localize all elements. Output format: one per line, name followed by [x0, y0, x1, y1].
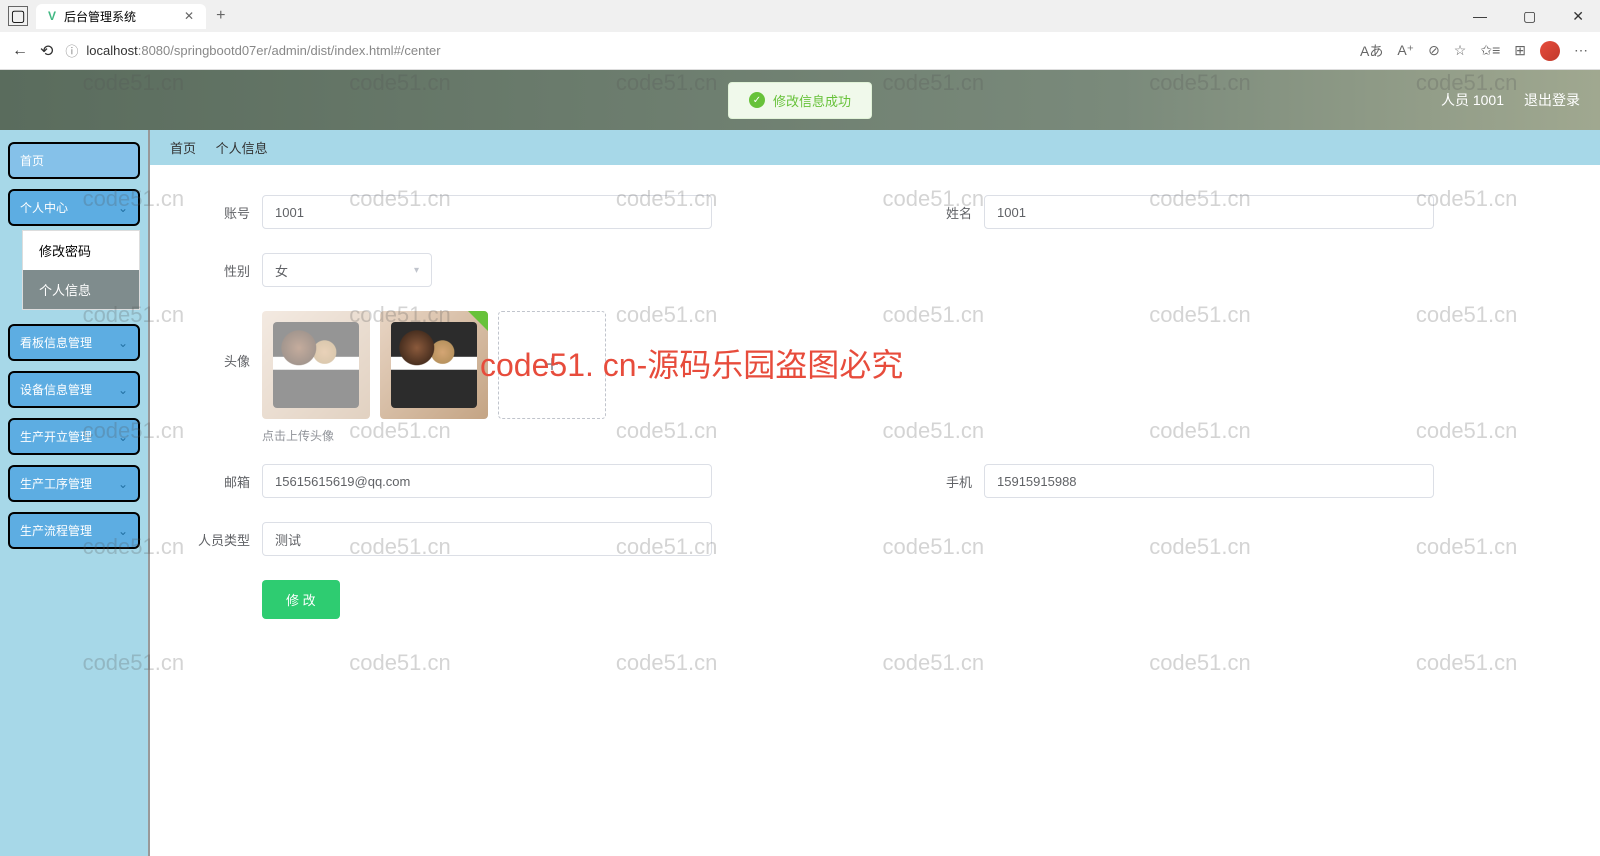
- vue-icon: V: [48, 9, 56, 23]
- back-button[interactable]: ←: [12, 42, 28, 60]
- window-controls: — ▢ ✕: [1465, 8, 1592, 25]
- chevron-down-icon: ⌄: [118, 336, 128, 350]
- check-corner-icon: [468, 311, 488, 331]
- avatar-upload-button[interactable]: +: [498, 311, 606, 419]
- read-aloud-icon[interactable]: A⁺: [1397, 42, 1414, 59]
- app-header: ✓ 修改信息成功 人员 1001 退出登录: [0, 70, 1600, 130]
- sidebar-home[interactable]: 首页: [8, 142, 140, 179]
- email-input[interactable]: [262, 464, 712, 498]
- url-host: localhost: [86, 43, 137, 58]
- browser-tab[interactable]: V 后台管理系统 ✕: [36, 4, 206, 29]
- gender-select[interactable]: 女 ▾: [262, 253, 432, 287]
- breadcrumb: 首页 个人信息: [150, 130, 1600, 165]
- avatar-thumb[interactable]: [262, 311, 370, 419]
- submenu-change-password[interactable]: 修改密码: [23, 231, 139, 270]
- submenu-profile[interactable]: 个人信息: [23, 270, 139, 309]
- sidebar-submenu: 修改密码 个人信息: [22, 230, 140, 310]
- submit-button[interactable]: 修 改: [262, 580, 340, 619]
- sidebar-item-personal[interactable]: 个人中心 ⌄: [8, 189, 140, 226]
- chevron-down-icon: ▾: [414, 265, 419, 276]
- profile-avatar[interactable]: [1540, 41, 1560, 61]
- chevron-down-icon: ⌄: [118, 383, 128, 397]
- chevron-down-icon: ⌄: [118, 477, 128, 491]
- sidebar-item-flow[interactable]: 生产流程管理 ⌄: [8, 512, 140, 549]
- toast-message: 修改信息成功: [773, 91, 851, 110]
- label-avatar: 头像: [190, 351, 250, 370]
- address-bar: ← ⟲ ⓘ localhost:8080/springbootd07er/adm…: [0, 32, 1600, 70]
- label-email: 邮箱: [190, 472, 250, 491]
- more-icon[interactable]: ⋯: [1574, 42, 1588, 59]
- label-gender: 性别: [190, 261, 250, 280]
- chevron-down-icon: ⌄: [118, 201, 128, 215]
- browser-chrome: ▢ V 后台管理系统 ✕ + — ▢ ✕ ← ⟲ ⓘ localhost:808…: [0, 0, 1600, 70]
- caption-icon[interactable]: Aあ: [1360, 41, 1383, 61]
- content: 首页 个人信息 账号 姓名 性别 女 ▾: [150, 130, 1600, 856]
- sidebar: 首页 个人中心 ⌄ 修改密码 个人信息 看板信息管理 ⌄ 设备信息管理 ⌄ 生产…: [0, 130, 150, 856]
- breadcrumb-home[interactable]: 首页: [170, 141, 196, 156]
- sidebar-item-process[interactable]: 生产工序管理 ⌄: [8, 465, 140, 502]
- logout-button[interactable]: 退出登录: [1524, 90, 1580, 110]
- phone-input[interactable]: [984, 464, 1434, 498]
- app-body: 首页 个人中心 ⌄ 修改密码 个人信息 看板信息管理 ⌄ 设备信息管理 ⌄ 生产…: [0, 130, 1600, 856]
- toolbar-right: Aあ A⁺ ⊘ ☆ ✩≡ ⊞ ⋯: [1360, 41, 1588, 61]
- name-input[interactable]: [984, 195, 1434, 229]
- url-path: /springbootd07er/admin/dist/index.html#/…: [170, 43, 440, 58]
- refresh-button[interactable]: ⟲: [40, 41, 53, 61]
- sidebar-item-board[interactable]: 看板信息管理 ⌄: [8, 324, 140, 361]
- collections-icon[interactable]: ⊞: [1514, 42, 1526, 59]
- role-input[interactable]: [262, 522, 712, 556]
- search-icon[interactable]: ⊘: [1428, 42, 1440, 59]
- breadcrumb-current[interactable]: 个人信息: [216, 141, 268, 156]
- tab-title: 后台管理系统: [64, 8, 136, 25]
- chevron-down-icon: ⌄: [118, 430, 128, 444]
- upload-tip: 点击上传头像: [262, 427, 1560, 444]
- success-toast: ✓ 修改信息成功: [728, 82, 872, 119]
- new-tab-button[interactable]: +: [216, 7, 225, 25]
- check-icon: ✓: [749, 92, 765, 108]
- label-name: 姓名: [912, 203, 972, 222]
- maximize-button[interactable]: ▢: [1515, 8, 1544, 25]
- label-account: 账号: [190, 203, 250, 222]
- close-window-button[interactable]: ✕: [1564, 8, 1592, 25]
- label-phone: 手机: [912, 472, 972, 491]
- favorites-icon[interactable]: ✩≡: [1480, 42, 1500, 59]
- sidebar-item-device[interactable]: 设备信息管理 ⌄: [8, 371, 140, 408]
- label-role: 人员类型: [190, 530, 250, 549]
- profile-form: 账号 姓名 性别 女 ▾ 头像: [150, 165, 1600, 649]
- tab-bar: ▢ V 后台管理系统 ✕ + — ▢ ✕: [0, 0, 1600, 32]
- chevron-down-icon: ⌄: [118, 524, 128, 538]
- account-input[interactable]: [262, 195, 712, 229]
- tab-overview-icon[interactable]: ▢: [8, 6, 28, 26]
- url-input[interactable]: ⓘ localhost:8080/springbootd07er/admin/d…: [65, 41, 1348, 60]
- site-info-icon[interactable]: ⓘ: [65, 41, 78, 60]
- sidebar-item-produce[interactable]: 生产开立管理 ⌄: [8, 418, 140, 455]
- avatar-thumb-selected[interactable]: [380, 311, 488, 419]
- header-user[interactable]: 人员 1001: [1441, 90, 1504, 110]
- close-icon[interactable]: ✕: [184, 9, 194, 23]
- star-icon[interactable]: ☆: [1454, 42, 1467, 59]
- minimize-button[interactable]: —: [1465, 8, 1495, 25]
